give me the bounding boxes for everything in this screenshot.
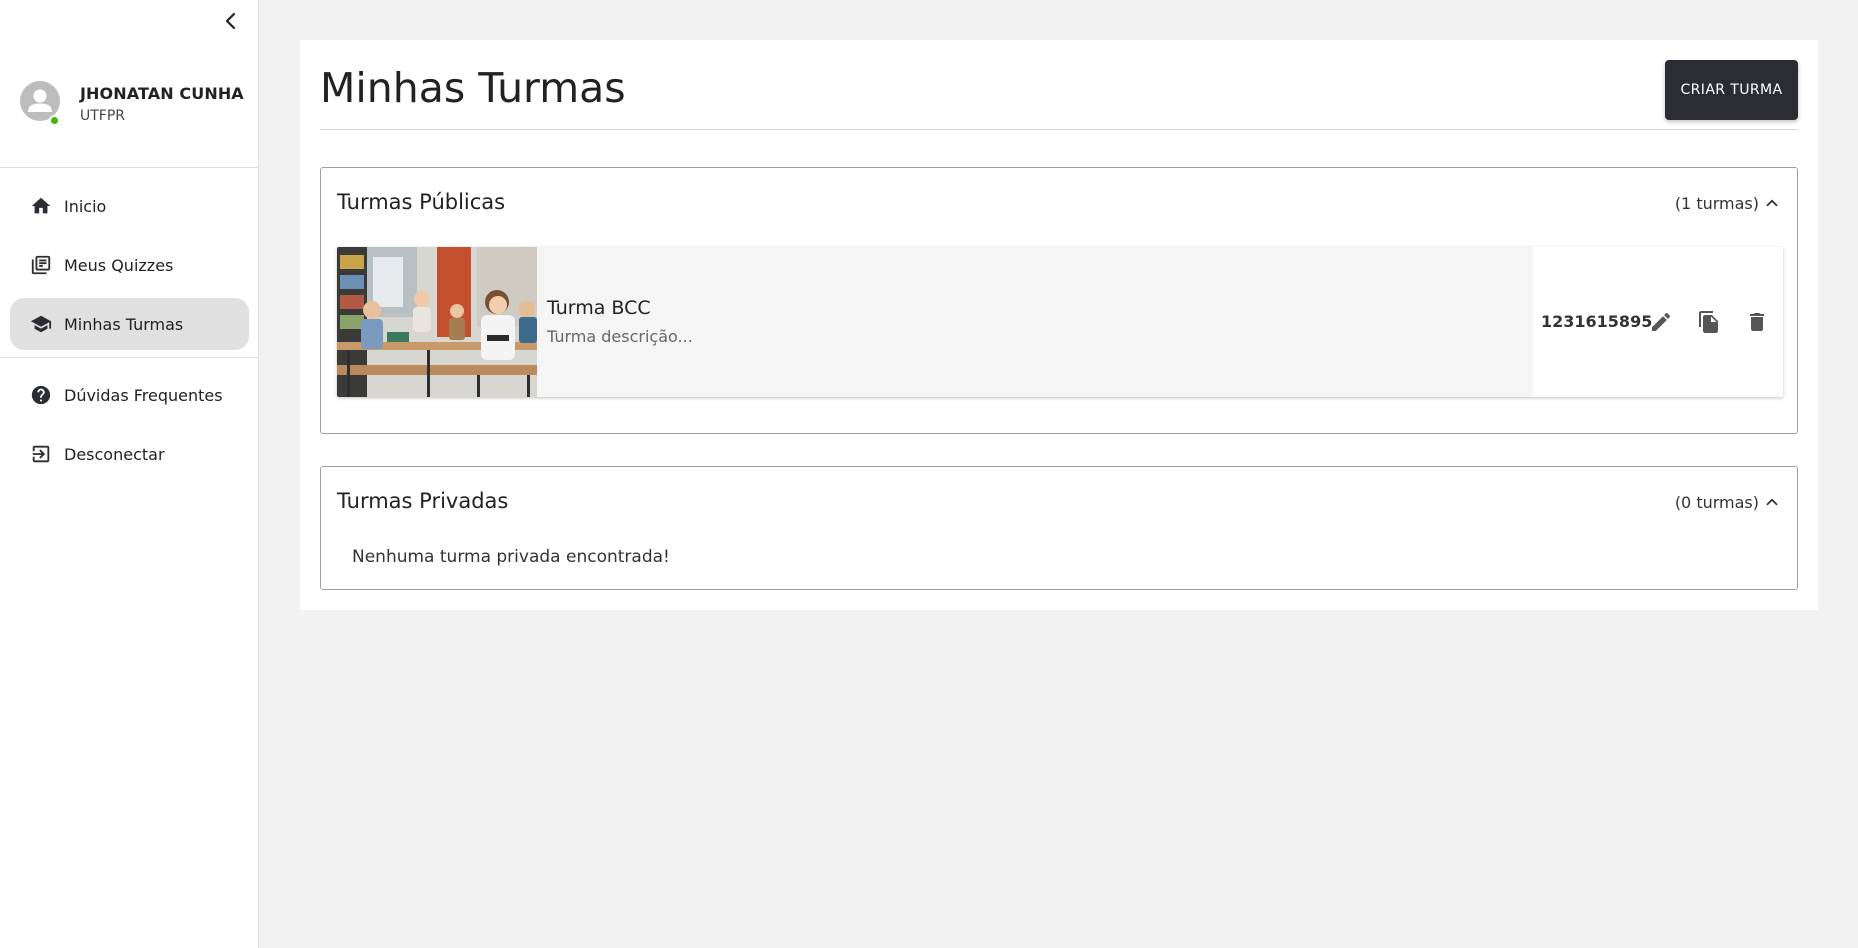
private-classes-section: Turmas Privadas (0 turmas) Nenhuma turma… [320, 466, 1798, 590]
pencil-icon [1652, 312, 1671, 331]
section-title: Turmas Privadas [337, 489, 509, 513]
collapse-section-button[interactable] [1763, 493, 1781, 511]
user-name: JHONATAN CUNHA [80, 84, 244, 103]
create-class-button[interactable]: CRIAR TURMA [1665, 60, 1798, 120]
sidebar-item-label: Meus Quizzes [64, 255, 174, 275]
sidebar-item-duvidas-frequentes[interactable]: Dúvidas Frequentes [10, 369, 249, 421]
sidebar-item-label: Dúvidas Frequentes [64, 385, 223, 405]
trash-icon [1750, 313, 1764, 331]
sidebar-nav: Inicio Meus Quizzes Minhas Turmas Dúvida… [0, 180, 259, 487]
sidebar-item-label: Desconectar [64, 444, 165, 464]
school-icon [30, 313, 52, 335]
empty-state-message: Nenhuma turma privada encontrada! [352, 547, 670, 567]
copy-class-button[interactable] [1695, 308, 1723, 336]
library-books-icon [30, 254, 52, 276]
collapse-sidebar-button[interactable] [216, 6, 246, 36]
delete-class-button[interactable] [1743, 308, 1771, 336]
sidebar-item-inicio[interactable]: Inicio [10, 180, 249, 232]
collapse-section-button[interactable] [1763, 194, 1781, 212]
sidebar-item-label: Inicio [64, 196, 107, 216]
class-count: (1 turmas) [1674, 194, 1759, 213]
class-title: Turma BCC [547, 297, 651, 319]
class-thumbnail [337, 247, 537, 397]
class-count: (0 turmas) [1674, 493, 1759, 512]
sidebar: JHONATAN CUNHA UTFPR Inicio Meus Quizzes… [0, 0, 259, 948]
copy-icon [1699, 311, 1718, 333]
public-classes-section: Turmas Públicas (1 turmas) Turma BCC Tur… [320, 167, 1798, 434]
nav-divider [0, 357, 259, 358]
user-profile: JHONATAN CUNHA UTFPR [0, 48, 259, 168]
help-circle-icon [30, 384, 52, 406]
logout-icon [30, 443, 52, 465]
online-status-badge [49, 115, 60, 126]
sidebar-item-meus-quizzes[interactable]: Meus Quizzes [10, 239, 249, 291]
chevron-left-icon [225, 12, 236, 30]
home-icon [30, 195, 52, 217]
section-title: Turmas Públicas [337, 190, 506, 214]
chevron-up-icon [1766, 199, 1778, 207]
main-panel: Minhas Turmas CRIAR TURMA Turmas Pública… [300, 40, 1818, 610]
sidebar-item-desconectar[interactable]: Desconectar [10, 428, 249, 480]
chevron-up-icon [1766, 498, 1778, 506]
user-organization: UTFPR [80, 108, 126, 124]
page-title: Minhas Turmas [320, 64, 626, 112]
sidebar-item-label: Minhas Turmas [64, 314, 184, 334]
sidebar-item-minhas-turmas[interactable]: Minhas Turmas [10, 298, 249, 350]
class-code: 1231615895 [1541, 312, 1653, 331]
class-card[interactable]: Turma BCC Turma descrição... 1231615895 [337, 247, 1783, 397]
edit-class-button[interactable] [1647, 308, 1675, 336]
class-actions: 1231615895 [1533, 247, 1783, 397]
divider [320, 129, 1798, 130]
class-description: Turma descrição... [547, 327, 693, 346]
